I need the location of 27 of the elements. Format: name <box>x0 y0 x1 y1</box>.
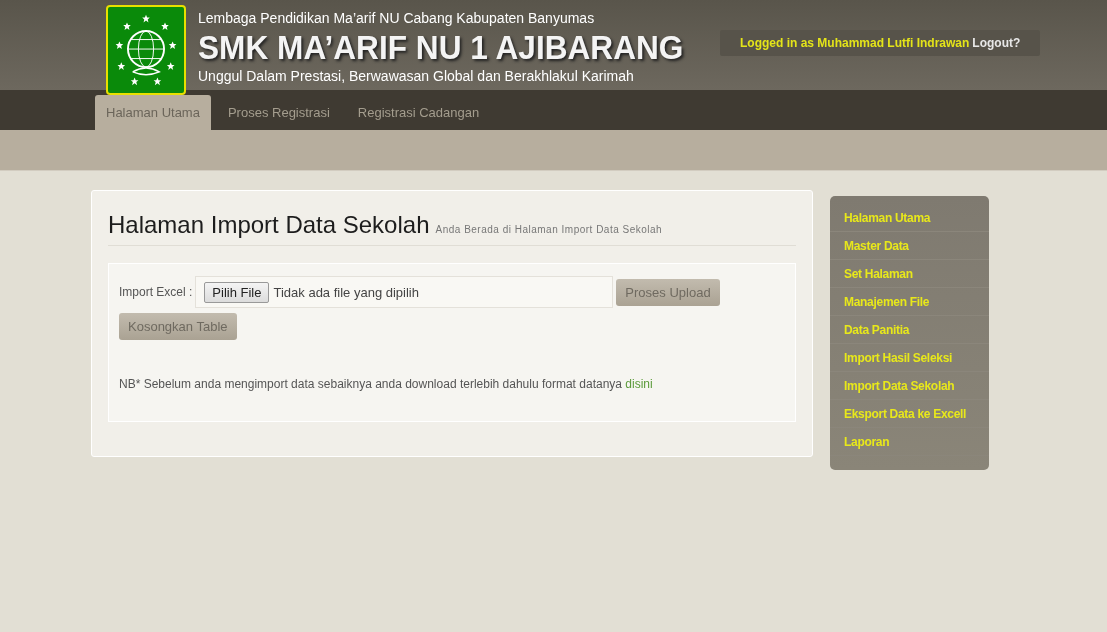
file-input-field[interactable]: Pilih File Tidak ada file yang dipilih <box>195 276 614 308</box>
school-name: SMK MA’ARIF NU 1 AJIBARANG <box>198 27 684 68</box>
choose-file-button[interactable]: Pilih File <box>204 281 270 303</box>
sidebar-item[interactable]: Manajemen File <box>830 288 989 316</box>
logged-in-text: Logged in as Muhammad Lutfi Indrawan <box>740 36 970 50</box>
import-label: Import Excel : <box>119 285 193 299</box>
upload-button[interactable]: Proses Upload <box>616 278 720 306</box>
sidebar-item[interactable]: Set Halaman <box>830 260 989 288</box>
nav-tab[interactable]: Proses Registrasi <box>216 95 341 130</box>
logout-link[interactable]: Logout? <box>972 36 1021 50</box>
note-text: NB* Sebelum anda mengimport data sebaiknya anda download terlebih dahulu format datanya disini <box>119 377 654 391</box>
sidebar-item[interactable]: Halaman Utama <box>830 204 989 232</box>
nav-tab[interactable]: Halaman Utama <box>95 95 211 130</box>
organization-name: Lembaga Pendidikan Ma’arif NU Cabang Kabupaten Banyumas <box>198 10 596 26</box>
page-subtitle: Anda Berada di Halaman Import Data Sekolah <box>435 224 663 235</box>
school-motto: Unggul Dalam Prestasi, Berwawasan Global dan Berakhlakul Karimah <box>198 68 635 84</box>
clear-table-button[interactable]: Kosongkan Table <box>119 313 237 340</box>
page-title: Halaman Import Data Sekolah <box>108 211 430 239</box>
file-status-text: Tidak ada file yang dipilih <box>273 284 419 300</box>
nav-tab[interactable]: Registrasi Cadangan <box>346 95 491 130</box>
sidebar-item[interactable]: Import Data Sekolah <box>830 372 989 400</box>
sidebar-item[interactable]: Eksport Data ke Excell <box>830 400 989 428</box>
sidebar-item[interactable]: Import Hasil Seleksi <box>830 344 989 372</box>
download-link[interactable]: disini <box>625 377 653 391</box>
sidebar-item[interactable]: Master Data <box>830 232 989 260</box>
sidebar-item[interactable]: Laporan <box>830 428 989 456</box>
sidebar-item[interactable]: Data Panitia <box>830 316 989 344</box>
